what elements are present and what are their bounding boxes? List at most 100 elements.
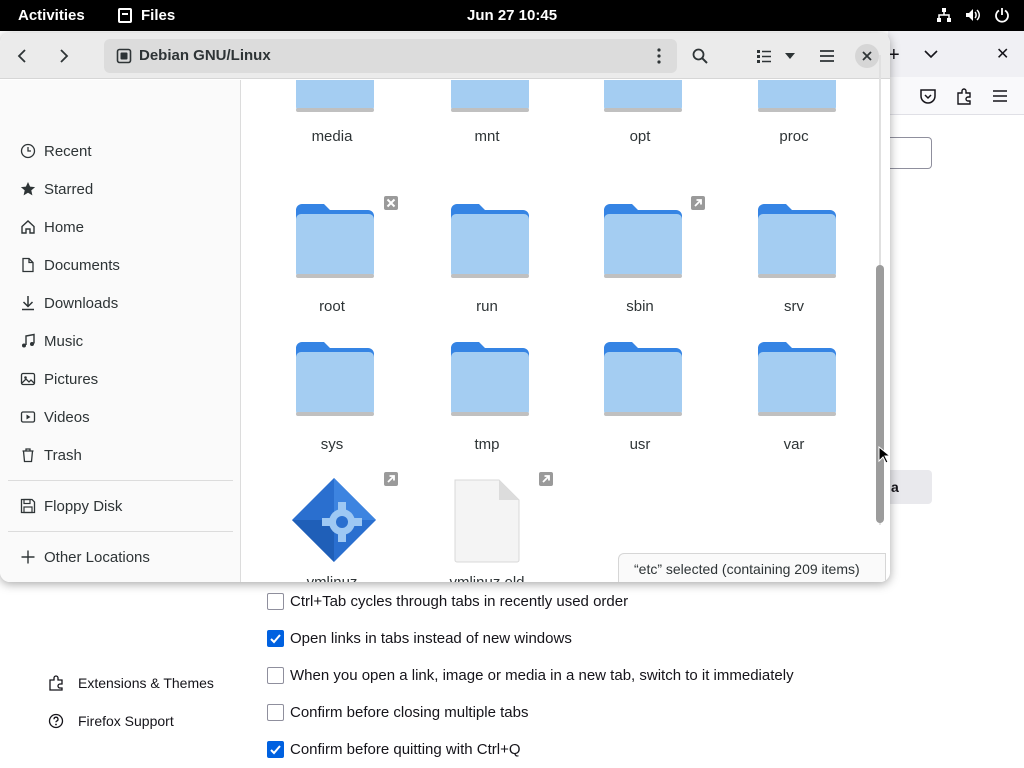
- sidebar-item-trash[interactable]: Trash: [20, 443, 82, 467]
- sidebar-item-label: Videos: [44, 408, 90, 426]
- document-icon: [22, 257, 34, 273]
- firefox-toolbar: [888, 77, 1024, 115]
- folder-icon: [296, 80, 374, 112]
- back-button[interactable]: [8, 41, 38, 71]
- checkbox[interactable]: [267, 741, 284, 758]
- sidebar-item-documents[interactable]: Documents: [20, 253, 120, 277]
- view-mode-toggle[interactable]: [748, 41, 808, 71]
- firefox-close-icon[interactable]: ✕: [996, 44, 1009, 64]
- scrollbar-thumb[interactable]: [876, 265, 884, 523]
- close-icon: [862, 51, 872, 61]
- star-icon: [20, 182, 36, 196]
- sidebar-item-label: Music: [44, 332, 84, 350]
- sidebar-item-label: Downloads: [44, 294, 119, 312]
- sidebar-item-label: Recent: [44, 142, 92, 160]
- sidebar-item-floppy-disk[interactable]: Floppy Disk: [20, 494, 122, 518]
- unreadable-emblem-icon: [384, 196, 398, 210]
- file-name: run: [476, 298, 498, 315]
- search-icon: [692, 48, 708, 64]
- folder-icon: [604, 80, 682, 112]
- top-bar: Activities Files Jun 27 10:45: [0, 0, 1024, 31]
- sidebar-item-label: Home: [44, 218, 85, 236]
- folder-icon: [296, 204, 374, 278]
- sidebar-item-recent[interactable]: Recent: [20, 139, 92, 163]
- sidebar-item-music[interactable]: Music: [20, 329, 83, 353]
- pocket-icon[interactable]: [919, 87, 937, 105]
- option-switch-to-new-tab[interactable]: When you open a link, image or media in …: [267, 657, 794, 694]
- activities-button[interactable]: Activities: [18, 7, 85, 24]
- extensions-themes-label: Extensions & Themes: [78, 675, 214, 691]
- firefox-support-link[interactable]: Firefox Support: [48, 702, 214, 740]
- checkbox[interactable]: [267, 593, 284, 610]
- help-icon: [48, 713, 64, 729]
- download-icon: [22, 296, 34, 311]
- hamburger-icon: [820, 50, 834, 62]
- file-name: opt: [629, 128, 651, 145]
- app-menu-label: Files: [141, 7, 176, 24]
- puzzle-icon: [49, 675, 63, 691]
- files-window: Debian GNU/Linux Recent Starred Home Doc…: [0, 33, 890, 582]
- sidebar-item-label: Floppy Disk: [44, 497, 123, 515]
- file-name: vmlinuz.old: [417, 574, 557, 582]
- file-name: media: [311, 128, 353, 145]
- checkbox[interactable]: [267, 667, 284, 684]
- option-confirm-quit[interactable]: Confirm before quitting with Ctrl+Q: [267, 731, 794, 768]
- extensions-icon[interactable]: [955, 87, 973, 105]
- system-menu[interactable]: [936, 7, 1010, 23]
- main-menu-button[interactable]: [812, 41, 842, 71]
- chevron-down-icon: [785, 53, 795, 59]
- list-all-tabs-icon[interactable]: [922, 42, 940, 66]
- checkmark-icon: [270, 745, 281, 755]
- sidebar-item-label: Trash: [44, 446, 82, 464]
- kebab-menu-icon[interactable]: [651, 47, 667, 65]
- option-label: When you open a link, image or media in …: [290, 667, 794, 684]
- checkbox[interactable]: [267, 704, 284, 721]
- forward-button[interactable]: [48, 41, 78, 71]
- search-button[interactable]: [685, 41, 715, 71]
- sidebar-item-pictures[interactable]: Pictures: [20, 367, 98, 391]
- option-label: Confirm before quitting with Ctrl+Q: [290, 741, 521, 758]
- option-label: Confirm before closing multiple tabs: [290, 704, 529, 721]
- path-bar[interactable]: Debian GNU/Linux: [104, 39, 677, 73]
- folder-icon: [758, 204, 836, 278]
- sidebar-item-starred[interactable]: Starred: [20, 177, 93, 201]
- folder-icon: [604, 342, 682, 416]
- folder-icon: [451, 342, 529, 416]
- symlink-emblem-icon: [539, 472, 553, 486]
- header-bar: Debian GNU/Linux: [0, 33, 890, 79]
- checkbox[interactable]: [267, 630, 284, 647]
- file-grid: media mnt opt proc root run sbin srv sys…: [241, 80, 890, 582]
- music-icon: [22, 333, 35, 348]
- folder-icon: [604, 204, 682, 278]
- power-icon: [995, 8, 1009, 23]
- option-ctrl-tab[interactable]: Ctrl+Tab cycles through tabs in recently…: [267, 583, 794, 620]
- file-name: sys: [320, 436, 344, 453]
- selection-status: “etc” selected (containing 209 items): [618, 553, 886, 582]
- sidebar-item-videos[interactable]: Videos: [20, 405, 90, 429]
- checkmark-icon: [270, 634, 281, 644]
- file-name: vmlinuz: [262, 574, 402, 582]
- back-icon: [17, 49, 26, 63]
- folder-icon: [296, 342, 374, 416]
- file-name: sbin: [626, 298, 654, 315]
- file-name: usr: [629, 436, 651, 453]
- sidebar-item-home[interactable]: Home: [20, 215, 84, 239]
- places-sidebar: Recent Starred Home Documents Downloads …: [0, 80, 241, 582]
- sidebar-item-label: Pictures: [44, 370, 99, 388]
- clock[interactable]: Jun 27 10:45: [467, 7, 557, 24]
- file-name: proc: [779, 128, 809, 145]
- app-menu[interactable]: Files: [118, 7, 175, 24]
- video-icon: [20, 411, 36, 423]
- floppy-icon: [20, 498, 36, 514]
- sidebar-item-other-locations[interactable]: Other Locations: [20, 545, 150, 569]
- network-icon: [937, 8, 951, 22]
- option-open-links-in-tabs[interactable]: Open links in tabs instead of new window…: [267, 620, 794, 657]
- picture-icon: [20, 372, 36, 386]
- app-menu-icon[interactable]: [991, 87, 1009, 105]
- option-label: Open links in tabs instead of new window…: [290, 630, 572, 647]
- mouse-pointer-icon: [878, 446, 890, 464]
- extensions-themes-link[interactable]: Extensions & Themes: [48, 664, 214, 702]
- option-confirm-close-tabs[interactable]: Confirm before closing multiple tabs: [267, 694, 794, 731]
- sidebar-item-downloads[interactable]: Downloads: [20, 291, 118, 315]
- file-name: root: [319, 298, 345, 315]
